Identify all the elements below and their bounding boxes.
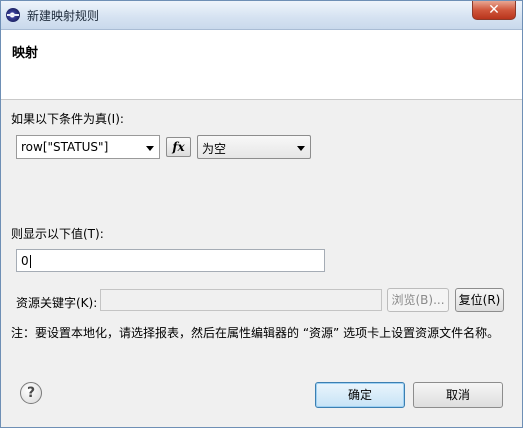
operator-value: 为空 [202, 142, 227, 156]
dialog-header: 映射 [1, 30, 522, 100]
title-bar[interactable]: 新建映射规则 ✕ [1, 1, 522, 30]
resource-key-input [100, 289, 382, 311]
page-title: 映射 [12, 46, 39, 61]
reset-button[interactable]: 复位(R) [455, 288, 504, 312]
window-title: 新建映射规则 [27, 9, 100, 23]
help-glyph: ? [26, 385, 36, 401]
eclipse-icon [6, 8, 20, 22]
ok-button[interactable]: 确定 [315, 382, 405, 408]
display-value-text: 0 [21, 254, 29, 268]
help-icon[interactable]: ? [20, 382, 42, 404]
cancel-button[interactable]: 取消 [413, 382, 503, 408]
expression-value: row["STATUS"] [21, 140, 109, 154]
text-caret [29, 255, 31, 268]
dialog-window: 新建映射规则 ✕ 映射 如果以下条件为真(I): row["STATUS"] f… [0, 0, 523, 428]
chevron-down-icon [146, 146, 154, 151]
fx-icon: fx [172, 140, 185, 154]
resource-key-label: 资源关键字(K): [16, 296, 98, 310]
operator-select[interactable]: 为空 [197, 135, 311, 159]
browse-button: 浏览(B)... [387, 288, 449, 312]
expression-builder-button[interactable]: fx [166, 137, 191, 157]
expression-combo[interactable]: row["STATUS"] [16, 135, 160, 159]
display-value-label: 则显示以下值(T): [11, 227, 104, 241]
chevron-down-icon [297, 146, 305, 151]
condition-label: 如果以下条件为真(I): [11, 112, 124, 126]
close-button[interactable]: ✕ [472, 1, 516, 20]
display-value-input[interactable]: 0 [16, 249, 325, 272]
localization-note: 注：要设置本地化，请选择报表，然后在属性编辑器的 “资源” 选项卡上设置资源文件… [11, 326, 500, 340]
close-icon: ✕ [488, 2, 500, 18]
